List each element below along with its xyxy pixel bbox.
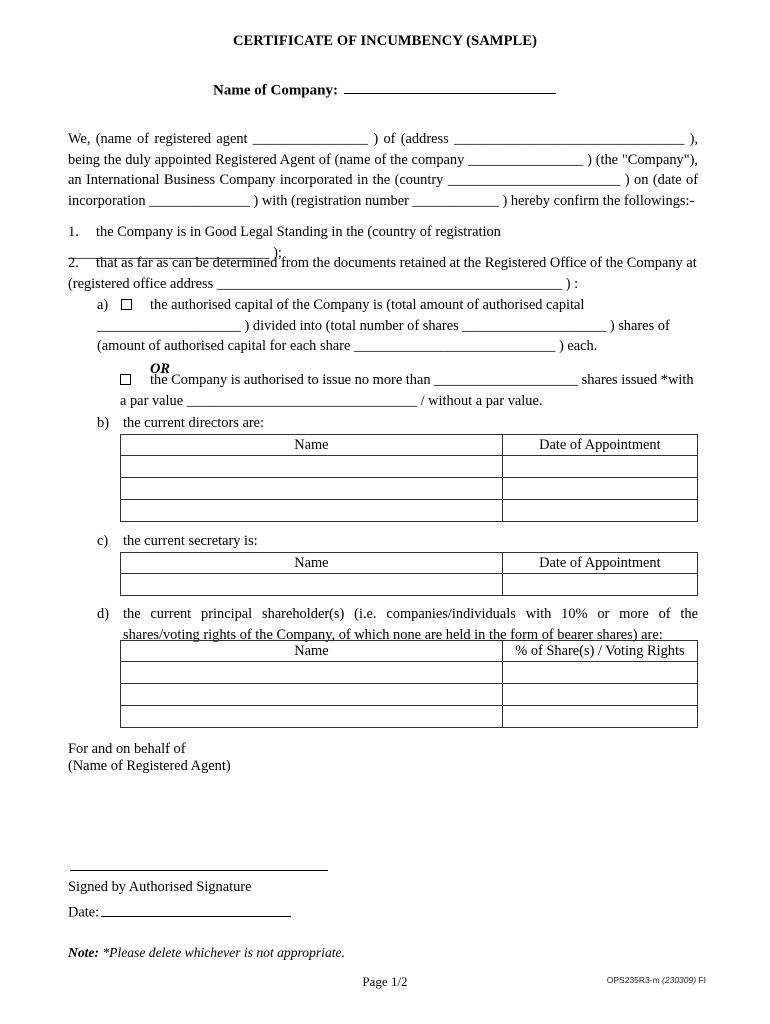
clause-2a-alternative: the Company is authorised to issue no mo… (120, 370, 698, 411)
clause-2a-text: the authorised capital of the Company is… (97, 297, 670, 355)
table-header-row: Name % of Share(s) / Voting Rights (120, 640, 699, 662)
shareholders-cell-share[interactable] (501, 705, 699, 728)
company-name-label: Name of Company: (213, 82, 338, 99)
checkbox-no-par-value[interactable] (120, 374, 131, 385)
directors-cell-name[interactable] (120, 477, 503, 500)
clause-2a-letter: a) (97, 297, 109, 313)
secretary-cell-name[interactable] (120, 573, 503, 596)
clause-1-number: 1. (68, 224, 79, 240)
intro-paragraph: We, (name of registered agent __________… (68, 131, 698, 209)
table-row[interactable] (120, 455, 699, 478)
directors-cell-date[interactable] (501, 499, 699, 522)
date-label: Date: (68, 904, 100, 921)
clause-2a-alternative-text: the Company is authorised to issue no mo… (120, 372, 694, 409)
document-page: CERTIFICATE OF INCUMBENCY (SAMPLE) Name … (0, 0, 770, 1024)
note-body: *Please delete whichever is not appropri… (98, 945, 345, 960)
clause-2d-text: the current principal shareholder(s) (i.… (123, 606, 698, 643)
shareholders-header-share: % of Share(s) / Voting Rights (501, 640, 699, 662)
clause-2: 2. that as far as can be determined from… (68, 253, 698, 294)
clause-2a: a) the authorised capital of the Company… (97, 295, 698, 379)
table-row[interactable] (120, 573, 699, 596)
company-name-field: Name of Company: (213, 81, 556, 99)
directors-cell-name[interactable] (120, 499, 503, 522)
clause-2c-text: the current secretary is: (123, 533, 258, 549)
directors-header-name: Name (120, 434, 503, 456)
page-title: CERTIFICATE OF INCUMBENCY (SAMPLE) (232, 33, 538, 49)
clause-2d-letter: d) (97, 606, 109, 622)
clause-2b: b) the current directors are: (97, 413, 698, 434)
clause-2-text: that as far as can be determined from th… (68, 255, 697, 292)
shareholders-table: Name % of Share(s) / Voting Rights (120, 640, 699, 728)
shareholders-cell-share[interactable] (501, 683, 699, 706)
registered-agent-label: (Name of Registered Agent) (68, 758, 231, 774)
directors-header-date: Date of Appointment (501, 434, 699, 456)
table-row[interactable] (120, 705, 699, 728)
directors-cell-date[interactable] (501, 477, 699, 500)
document-code-prefix: OPS235R3-m (606, 975, 663, 985)
clause-2b-letter: b) (97, 415, 109, 431)
signature-line[interactable] (70, 870, 328, 871)
table-row[interactable] (120, 499, 699, 522)
note-label: Note: (68, 945, 99, 960)
signoff-block: For and on behalf of (Name of Registered… (68, 741, 231, 775)
clause-2d: d) the current principal shareholder(s) … (97, 604, 698, 645)
date-blank[interactable] (101, 902, 292, 917)
table-header-row: Name Date of Appointment (120, 434, 699, 456)
secretary-cell-date[interactable] (501, 573, 699, 596)
document-code: OPS235R3-m (230309) FI (607, 975, 706, 985)
document-code-date: (230309) (662, 975, 697, 985)
shareholders-cell-name[interactable] (120, 661, 503, 684)
table-row[interactable] (120, 477, 699, 500)
directors-table: Name Date of Appointment (120, 434, 699, 522)
table-row[interactable] (120, 683, 699, 706)
checkbox-authorised-capital[interactable] (121, 299, 132, 310)
shareholders-header-name: Name (120, 640, 503, 662)
secretary-header-date: Date of Appointment (501, 552, 699, 574)
directors-cell-name[interactable] (120, 455, 503, 478)
directors-cell-date[interactable] (501, 455, 699, 478)
table-row[interactable] (120, 661, 699, 684)
secretary-header-name: Name (120, 552, 503, 574)
shareholders-cell-name[interactable] (120, 683, 503, 706)
signature-caption: Signed by Authorised Signature (68, 879, 252, 895)
document-code-suffix: FI (696, 975, 706, 985)
for-and-on-behalf-label: For and on behalf of (68, 741, 186, 757)
note-text: Note: *Please delete whichever is not ap… (68, 945, 345, 961)
table-header-row: Name Date of Appointment (120, 552, 699, 574)
company-name-blank[interactable] (344, 81, 556, 95)
clause-2c: c) the current secretary is: (97, 531, 698, 552)
clause-2-number: 2. (68, 255, 79, 271)
shareholders-cell-name[interactable] (120, 705, 503, 728)
clause-2b-text: the current directors are: (123, 415, 265, 431)
secretary-table: Name Date of Appointment (120, 552, 699, 596)
clause-2c-letter: c) (97, 533, 109, 549)
date-field: Date: (68, 902, 293, 922)
shareholders-cell-share[interactable] (501, 661, 699, 684)
